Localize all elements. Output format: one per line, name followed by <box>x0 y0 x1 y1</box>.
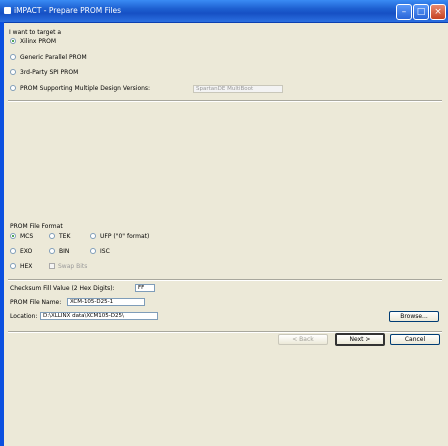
window-left-border <box>0 22 4 446</box>
radio-label: UFP ("0" format) <box>100 233 150 240</box>
format-heading: PROM File Format <box>10 223 63 230</box>
minimize-icon[interactable]: – <box>396 4 412 20</box>
maximize-glyph: □ <box>416 7 426 17</box>
radio-ufp[interactable] <box>90 233 96 239</box>
radio-label: Xilinx PROM <box>20 38 57 45</box>
swap-bits-checkbox[interactable] <box>49 263 55 269</box>
radio-label: TEK <box>59 233 71 240</box>
radio-bin[interactable] <box>49 248 55 254</box>
separator <box>8 279 442 281</box>
radio-label: EXO <box>20 248 33 255</box>
radio-label: MCS <box>20 233 34 240</box>
radio-exo[interactable] <box>10 248 16 254</box>
close-glyph: × <box>434 7 442 17</box>
location-input[interactable]: D:\XLLINX data\XCM105-D25\ <box>40 312 158 320</box>
back-button[interactable]: < Back <box>278 334 328 345</box>
title-bar[interactable]: iMPACT - Prepare PROM Files – □ × <box>0 0 448 23</box>
radio-3rd-party-spi-prom[interactable] <box>10 69 16 75</box>
radio-generic-parallel-prom[interactable] <box>10 54 16 60</box>
browse-button[interactable]: Browse... <box>389 311 439 322</box>
checksum-input[interactable]: FF <box>135 284 155 292</box>
radio-tek[interactable] <box>49 233 55 239</box>
minimize-glyph: – <box>401 7 407 17</box>
file-name-input[interactable]: XCM-105-D25-1 <box>67 298 145 306</box>
radio-label: PROM Supporting Multiple Design Versions… <box>20 85 151 92</box>
next-button[interactable]: Next > <box>335 333 385 346</box>
radio-label: Generic Parallel PROM <box>20 54 87 61</box>
radio-label: BIN <box>59 248 70 255</box>
radio-xilinx-prom[interactable] <box>10 38 16 44</box>
location-label: Location: <box>10 313 38 320</box>
radio-mcs[interactable] <box>10 233 16 239</box>
radio-multiple-design-versions[interactable] <box>10 85 16 91</box>
file-name-label: PROM File Name: <box>10 299 62 306</box>
window-title: iMPACT - Prepare PROM Files <box>14 6 122 15</box>
close-icon[interactable]: × <box>430 4 446 20</box>
maximize-icon[interactable]: □ <box>413 4 429 20</box>
radio-label: ISC <box>100 248 110 255</box>
separator <box>8 100 442 102</box>
radio-hex[interactable] <box>10 263 16 269</box>
radio-label: HEX <box>20 263 33 270</box>
checksum-label: Checksum Fill Value (2 Hex Digits): <box>10 285 115 292</box>
app-icon[interactable] <box>4 7 11 14</box>
swap-bits-label: Swap Bits <box>58 263 88 270</box>
radio-isc[interactable] <box>90 248 96 254</box>
design-versions-select[interactable]: SpartanDE MultiBoot <box>193 85 283 93</box>
radio-label: 3rd-Party SPI PROM <box>20 69 79 76</box>
target-heading: I want to target a <box>9 29 62 36</box>
cancel-button[interactable]: Cancel <box>390 334 440 345</box>
